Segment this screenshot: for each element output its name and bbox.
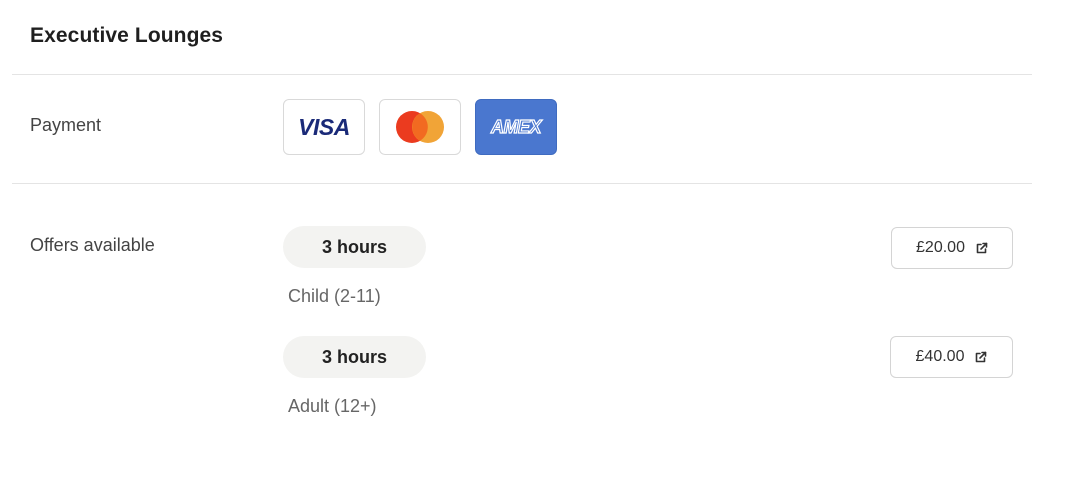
external-link-icon — [974, 351, 987, 364]
amex-card-icon: AMEX — [475, 99, 557, 155]
payment-label: Payment — [30, 115, 102, 135]
offer-price: £40.00 — [915, 348, 965, 365]
executive-lounges-section: Executive Lounges Payment VISA AMEX Offe… — [0, 0, 1078, 480]
payment-cards: VISA AMEX — [283, 99, 557, 155]
divider — [12, 74, 1032, 75]
offer-price-button[interactable]: £40.00 — [890, 336, 1013, 378]
visa-card-icon: VISA — [283, 99, 365, 155]
offer-audience: Child (2-11) — [288, 286, 381, 306]
divider — [12, 183, 1032, 184]
amex-logo-text: AMEX — [490, 116, 542, 137]
offer-price: £20.00 — [916, 239, 965, 256]
mastercard-card-icon — [379, 99, 461, 155]
offer-item: 3 hours Adult (12+) — [283, 336, 426, 417]
mastercard-logo-icon — [396, 111, 444, 143]
section-title: Executive Lounges — [30, 24, 224, 47]
offer-price-button[interactable]: £20.00 — [891, 227, 1013, 269]
offer-duration-pill: 3 hours — [283, 226, 426, 268]
external-link-icon — [975, 242, 988, 255]
offer-item: 3 hours Child (2-11) — [283, 226, 426, 307]
offer-audience: Adult (12+) — [288, 396, 377, 416]
offer-duration-pill: 3 hours — [283, 336, 426, 378]
offers-label: Offers available — [30, 235, 155, 255]
visa-logo-text: VISA — [298, 113, 350, 140]
